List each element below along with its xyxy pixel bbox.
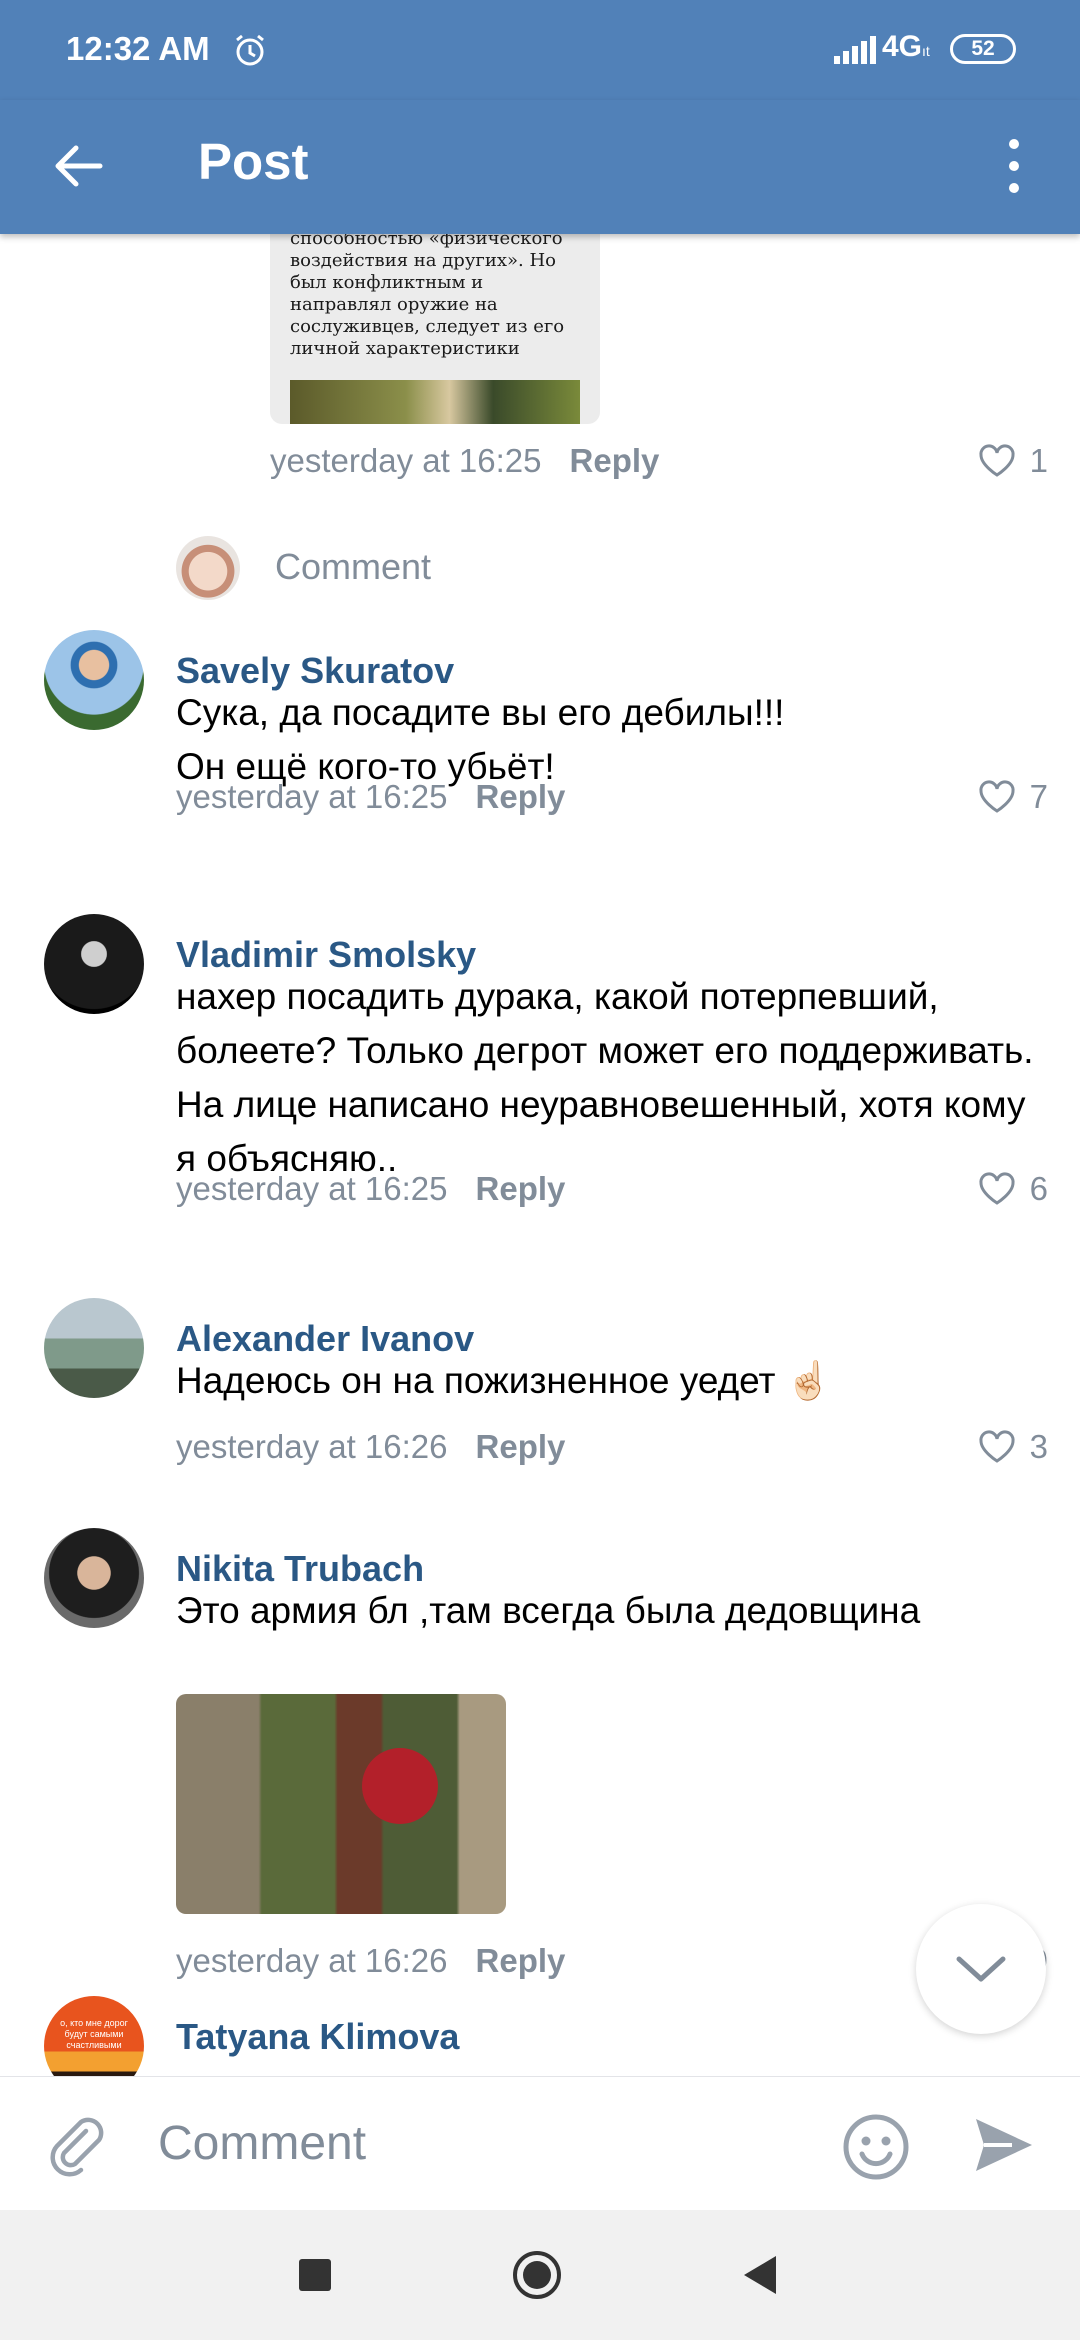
comment-time: yesterday at 16:25 bbox=[176, 1170, 448, 1207]
reply-button[interactable]: Reply bbox=[476, 1942, 566, 1979]
compose-bar bbox=[0, 2076, 1080, 2210]
comment-time: yesterday at 16:25 bbox=[176, 778, 448, 815]
network-type: 4Gıt bbox=[882, 30, 930, 63]
home-icon[interactable] bbox=[512, 2250, 562, 2300]
avatar-text: о, кто мне дорог будут самыми счастливым… bbox=[60, 2018, 128, 2050]
system-nav-bar bbox=[0, 2210, 1080, 2340]
avatar[interactable]: о, кто мне дорог будут самыми счастливым… bbox=[44, 1996, 144, 2076]
like-count: 7 bbox=[1029, 778, 1048, 815]
comment-meta: yesterday at 16:25 Reply bbox=[176, 778, 565, 816]
heart-icon bbox=[979, 780, 1015, 813]
like-button[interactable]: 6 bbox=[978, 1170, 1048, 1208]
comment-author[interactable]: Tatyana Klimova bbox=[176, 2016, 459, 2058]
photo-attachment[interactable] bbox=[176, 1694, 506, 1914]
like-button[interactable]: 1 bbox=[978, 442, 1048, 480]
comment-time: yesterday at 16:26 bbox=[176, 1428, 448, 1465]
comment-meta: yesterday at 16:26 Reply bbox=[176, 1942, 565, 1980]
like-count: 6 bbox=[1029, 1170, 1048, 1207]
comment-input[interactable] bbox=[158, 2107, 808, 2179]
like-button[interactable]: 3 bbox=[978, 1428, 1048, 1466]
more-vertical-icon[interactable] bbox=[1000, 134, 1028, 198]
comment-time: yesterday at 16:25 bbox=[270, 442, 542, 479]
alarm-icon bbox=[236, 34, 264, 66]
avatar[interactable] bbox=[44, 1528, 144, 1628]
comment-time: yesterday at 16:26 bbox=[176, 1942, 448, 1979]
scroll-down-button[interactable] bbox=[916, 1904, 1046, 2034]
send-icon[interactable] bbox=[972, 2113, 1036, 2177]
reply-button[interactable]: Reply bbox=[476, 1170, 566, 1207]
heart-icon bbox=[979, 1430, 1015, 1463]
arrow-left-icon[interactable] bbox=[50, 138, 106, 194]
comment-meta: yesterday at 16:26 Reply bbox=[176, 1428, 565, 1466]
reply-button[interactable]: Reply bbox=[476, 1428, 566, 1465]
like-count: 3 bbox=[1029, 1428, 1048, 1465]
comment-meta: yesterday at 16:25 Reply bbox=[176, 1170, 565, 1208]
chevron-down-icon bbox=[956, 1956, 1006, 1982]
comment-meta: yesterday at 16:25 Reply bbox=[270, 442, 659, 480]
heart-icon bbox=[979, 444, 1015, 477]
reply-button[interactable]: Reply bbox=[476, 778, 566, 815]
avatar[interactable] bbox=[44, 1298, 144, 1398]
emoji-icon[interactable] bbox=[842, 2113, 910, 2181]
like-button[interactable]: 7 bbox=[978, 778, 1048, 816]
status-time: 12:32 AM bbox=[66, 30, 210, 67]
avatar bbox=[176, 536, 240, 600]
battery-indicator: 52 bbox=[950, 34, 1016, 64]
page-title: Post bbox=[198, 133, 309, 190]
avatar[interactable] bbox=[44, 914, 144, 1014]
image-photo bbox=[290, 380, 580, 424]
image-text: способностью «физического воздействия на… bbox=[290, 234, 565, 359]
recents-icon[interactable] bbox=[290, 2250, 340, 2300]
reply-image-attachment[interactable]: способностью «физического воздействия на… bbox=[270, 234, 600, 424]
comment-text: Надеюсь он на пожизненное уедет ☝🏻 bbox=[176, 1360, 832, 1401]
photo-detail bbox=[362, 1748, 438, 1824]
app-bar: Post bbox=[0, 100, 1080, 234]
signal-icon bbox=[834, 36, 876, 64]
reply-button[interactable]: Reply bbox=[570, 442, 660, 479]
comment-text: Это армия бл ,там всегда была дедовщина bbox=[176, 1590, 921, 1631]
back-nav-icon[interactable] bbox=[736, 2250, 786, 2300]
like-count: 1 bbox=[1029, 442, 1048, 479]
reply-comment-prompt[interactable]: Comment bbox=[275, 546, 431, 588]
paperclip-icon[interactable] bbox=[48, 2117, 108, 2177]
avatar[interactable] bbox=[44, 630, 144, 730]
comment-text: нахер посадить дурака, какой потерпевший… bbox=[176, 976, 1034, 1179]
status-bar: 12:32 AM 4Gıt 52 bbox=[0, 0, 1080, 100]
comments-list[interactable]: способностью «физического воздействия на… bbox=[0, 234, 1080, 2076]
heart-icon bbox=[979, 1172, 1015, 1205]
